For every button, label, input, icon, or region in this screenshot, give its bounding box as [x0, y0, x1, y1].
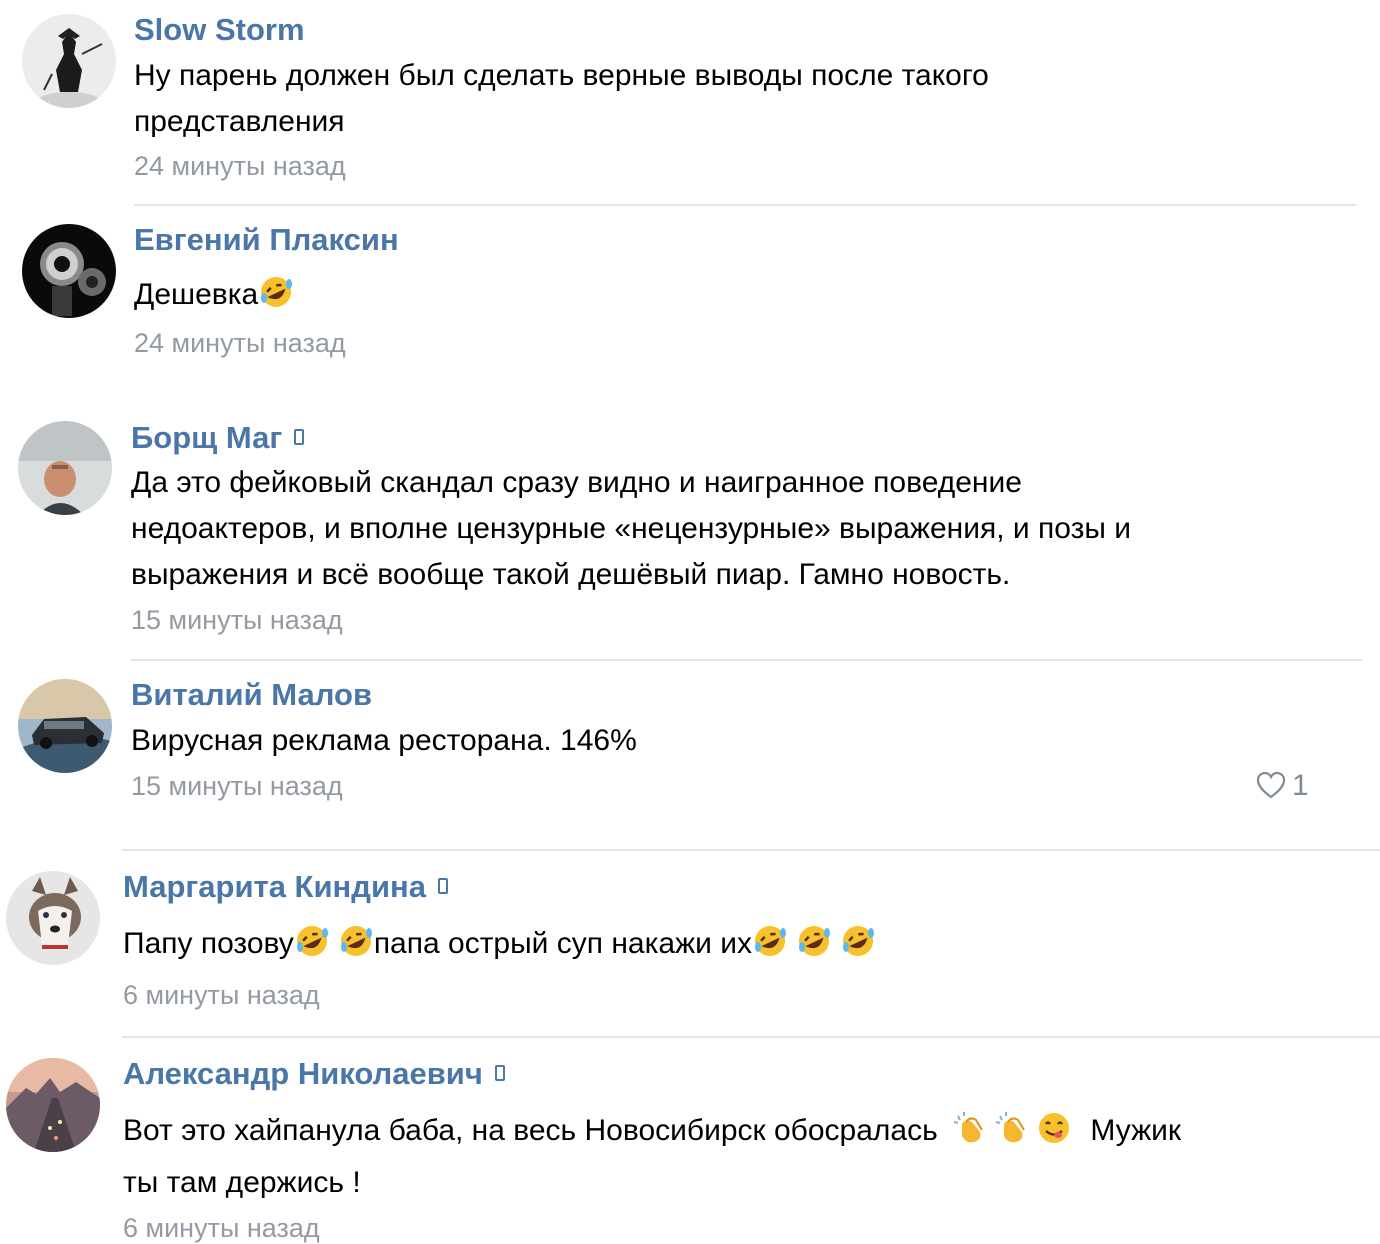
rofl-emoji	[338, 923, 374, 959]
yum-emoji	[1036, 1110, 1072, 1146]
clap-emoji	[952, 1110, 988, 1146]
comment-time[interactable]: 15 минуты назад	[131, 770, 343, 802]
clap-emoji	[994, 1110, 1030, 1146]
comment-author[interactable]: Виталий Малов	[131, 677, 372, 713]
comment-text-line: Да это фейковый скандал сразу видно и на…	[131, 466, 1022, 499]
comment-time[interactable]: 15 минуты назад	[131, 604, 343, 636]
like-button[interactable]: 1	[1256, 768, 1309, 804]
comment-text-content: Дешевка	[134, 278, 259, 311]
rofl-emoji	[294, 923, 330, 959]
divider	[122, 1036, 1380, 1038]
comment-author[interactable]: Борщ Маг	[131, 420, 305, 456]
comment-text-line: Ну парень должен был сделать верные выво…	[134, 59, 989, 92]
city-avatar[interactable]	[6, 1058, 100, 1152]
divider	[122, 849, 1380, 851]
comment-time[interactable]: 24 минуты назад	[134, 150, 346, 182]
comment-text: Вирусная реклама ресторана. 146%	[131, 724, 637, 757]
rofl-emoji	[258, 274, 294, 310]
comment-text-tail: Мужик	[1090, 1114, 1182, 1147]
divider	[134, 204, 1356, 206]
comment-author[interactable]: Маргарита Киндина	[123, 869, 448, 905]
comment-text-line: выражения и всё вообще такой дешёвый пиа…	[131, 558, 1011, 591]
phone-icon	[494, 1064, 505, 1081]
comment-author-name[interactable]: Борщ Маг	[131, 420, 282, 455]
phone-icon	[294, 428, 305, 445]
rofl-emoji	[752, 923, 788, 959]
comment-time[interactable]: 6 минуты назад	[123, 979, 320, 1011]
comment-author-name[interactable]: Александр Николаевич	[123, 1056, 483, 1091]
comment-time[interactable]: 6 минуты назад	[123, 1212, 320, 1244]
heart-icon	[1256, 771, 1286, 799]
comment-author-name[interactable]: Маргарита Киндина	[123, 869, 426, 904]
rofl-emoji	[796, 923, 832, 959]
comment-text-line: недоактеров, и вполне цензурные «нецензу…	[131, 512, 1131, 545]
comment-text-line: Вот это хайпанула баба, на весь Новосиби…	[123, 1108, 1181, 1154]
comment-text-line: ты там держись !	[123, 1166, 361, 1199]
like-count: 1	[1292, 769, 1309, 802]
husky-avatar[interactable]	[6, 871, 100, 965]
car-avatar[interactable]	[18, 679, 112, 773]
comment-author[interactable]: Slow Storm	[134, 12, 305, 48]
comment-text: Папу позову папа острый суп накажи их	[123, 921, 876, 967]
comment-author[interactable]: Евгений Плаксин	[134, 222, 399, 258]
revolver-avatar[interactable]	[22, 224, 116, 318]
samurai-avatar[interactable]	[22, 14, 116, 108]
man-photo-avatar[interactable]	[18, 421, 112, 515]
phone-icon	[437, 877, 448, 894]
divider	[131, 659, 1362, 661]
comment-text-content: Вот это хайпанула баба, на весь Новосиби…	[123, 1114, 938, 1147]
comment-author[interactable]: Александр Николаевич	[123, 1056, 505, 1092]
comment-time[interactable]: 24 минуты назад	[134, 327, 346, 359]
comment-text-part: Папу позову	[123, 927, 294, 960]
comment-text-part: папа острый суп накажи их	[373, 927, 752, 960]
rofl-emoji	[840, 923, 876, 959]
comment-text-line: представления	[134, 105, 345, 138]
comment-text: Дешевка	[134, 272, 294, 318]
